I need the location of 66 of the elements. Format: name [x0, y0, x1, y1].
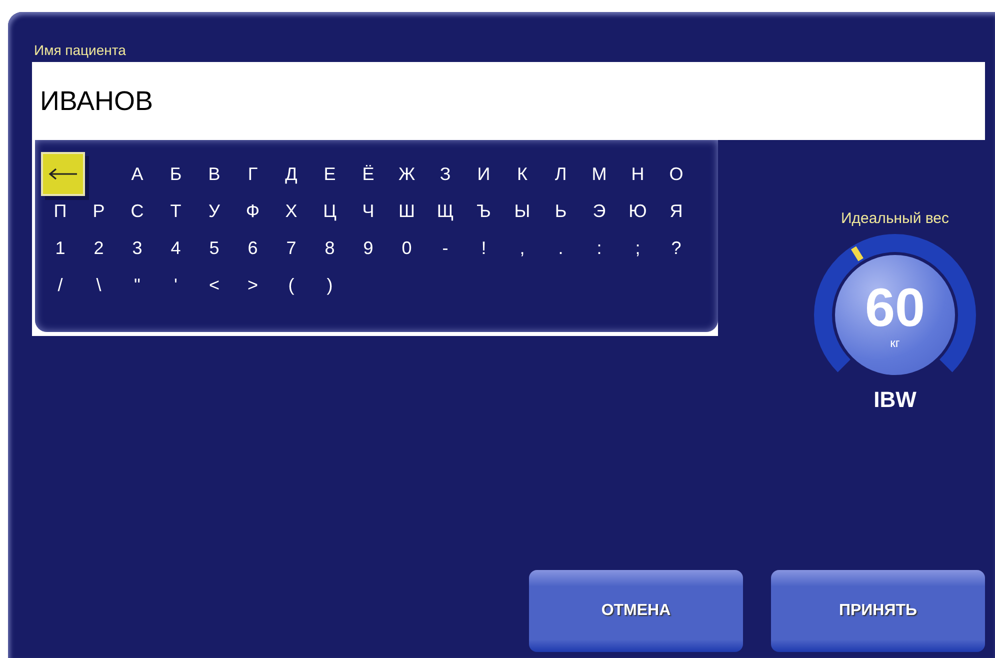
- keyboard-key[interactable]: ;: [618, 232, 657, 265]
- keyboard-key[interactable]: \: [80, 269, 118, 302]
- keyboard-key[interactable]: К: [503, 158, 542, 191]
- keyboard-key[interactable]: 6: [234, 232, 272, 265]
- keyboard-key[interactable]: Ш: [388, 195, 426, 228]
- keyboard-key[interactable]: 0: [388, 232, 426, 265]
- keyboard-key[interactable]: З: [426, 158, 464, 191]
- keyboard-key[interactable]: 8: [310, 232, 349, 265]
- keyboard-key[interactable]: О: [657, 158, 696, 191]
- weight-unit: кг: [890, 336, 900, 350]
- keyboard-key[interactable]: Ё: [349, 158, 388, 191]
- keyboard-key[interactable]: <: [195, 269, 234, 302]
- keyboard-key[interactable]: ,: [503, 232, 542, 265]
- keyboard-key[interactable]: Т: [156, 195, 195, 228]
- keyboard-key[interactable]: Ь: [542, 195, 580, 228]
- name-input-field[interactable]: ИВАНОВ: [32, 62, 985, 140]
- keyboard-key[interactable]: М: [580, 158, 618, 191]
- keyboard-key[interactable]: :: [580, 232, 618, 265]
- keyboard-key[interactable]: И: [464, 158, 503, 191]
- keyboard-key[interactable]: 3: [118, 232, 156, 265]
- keyboard-key[interactable]: Б: [156, 158, 195, 191]
- keyboard-key[interactable]: Э: [580, 195, 618, 228]
- keyboard-key[interactable]: У: [195, 195, 234, 228]
- gauge-label: Идеальный вес: [840, 210, 950, 227]
- keyboard-key[interactable]: 1: [41, 232, 80, 265]
- keyboard-key[interactable]: -: [426, 232, 464, 265]
- keyboard-key[interactable]: >: [234, 269, 272, 302]
- keyboard-key[interactable]: Р: [80, 195, 118, 228]
- keyboard-key[interactable]: 9: [349, 232, 388, 265]
- keyboard-key[interactable]: Ф: [234, 195, 272, 228]
- keyboard-key[interactable]: 5: [195, 232, 234, 265]
- keyboard-key[interactable]: Г: [234, 158, 272, 191]
- keyboard-key[interactable]: Щ: [426, 195, 464, 228]
- action-button[interactable]: ОТМЕНА: [529, 570, 743, 652]
- keyboard-key[interactable]: А: [118, 158, 156, 191]
- keyboard-key[interactable]: Ж: [388, 158, 426, 191]
- keyboard-key[interactable]: Ц: [310, 195, 349, 228]
- keyboard-key[interactable]: Я: [657, 195, 696, 228]
- keyboard-key[interactable]: Е: [310, 158, 349, 191]
- keyboard-key[interactable]: .: [542, 232, 580, 265]
- keyboard-key[interactable]: ?: [657, 232, 696, 265]
- keyboard-key[interactable]: /: [41, 269, 80, 302]
- keyboard-key[interactable]: ': [156, 269, 195, 302]
- action-button[interactable]: ПРИНЯТЬ: [771, 570, 985, 652]
- keyboard-key[interactable]: П: [41, 195, 80, 228]
- left-arrow-icon: [48, 168, 78, 180]
- keyboard-key[interactable]: ": [118, 269, 156, 302]
- keyboard-key[interactable]: 2: [80, 232, 118, 265]
- keyboard-key[interactable]: Ъ: [464, 195, 503, 228]
- keyboard-key[interactable]: Ы: [503, 195, 542, 228]
- field-label: Имя пациента: [34, 42, 127, 60]
- keyboard-key[interactable]: ): [310, 269, 349, 302]
- keyboard-key[interactable]: Л: [542, 158, 580, 191]
- gauge-caption: IBW: [874, 387, 916, 413]
- keyboard-key[interactable]: 7: [272, 232, 310, 265]
- keyboard-key[interactable]: Ю: [618, 195, 657, 228]
- keyboard-key[interactable]: (: [272, 269, 310, 302]
- keyboard-key[interactable]: Н: [618, 158, 657, 191]
- weight-value: 60: [864, 280, 926, 336]
- keyboard-key[interactable]: С: [118, 195, 156, 228]
- keyboard-key[interactable]: Ч: [349, 195, 388, 228]
- keyboard-key[interactable]: В: [195, 158, 234, 191]
- keyboard-key[interactable]: Х: [272, 195, 310, 228]
- keyboard-key[interactable]: 4: [156, 232, 195, 265]
- keyboard-key[interactable]: !: [464, 232, 503, 265]
- keyboard-key[interactable]: Д: [272, 158, 310, 191]
